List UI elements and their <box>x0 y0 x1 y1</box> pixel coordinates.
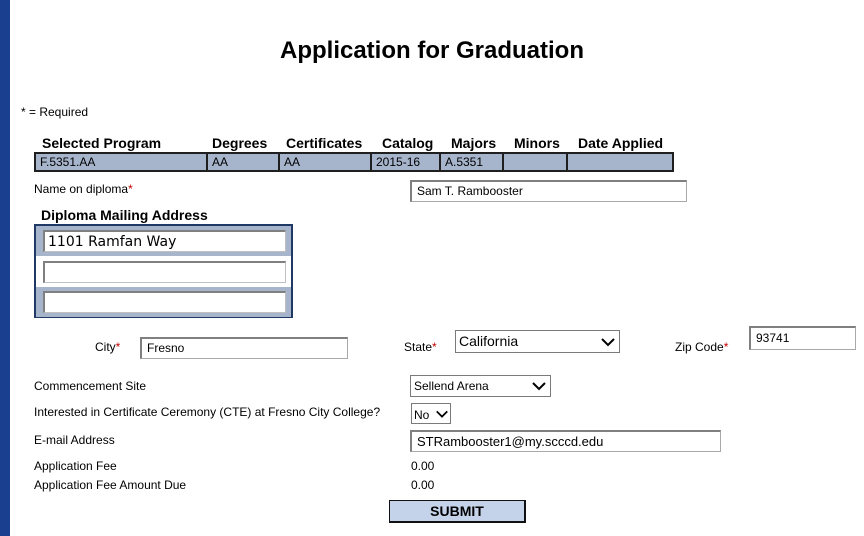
cte-interest-label: Interested in Certificate Ceremony (CTE)… <box>34 405 381 419</box>
state-label: State* <box>404 340 437 354</box>
address-line-3-input[interactable] <box>43 291 286 313</box>
table-row: F.5351.AA AA AA 2015-16 A.5351 <box>34 152 674 172</box>
chevron-down-icon <box>601 337 615 346</box>
email-input[interactable]: STRambooster1@my.scccd.edu <box>410 430 721 452</box>
state-select[interactable]: California <box>455 330 620 353</box>
required-star: * <box>432 340 437 354</box>
application-fee-value: 0.00 <box>411 459 435 473</box>
mailing-address-heading: Diploma Mailing Address <box>41 207 208 223</box>
required-star: * <box>115 340 121 354</box>
name-on-diploma-input[interactable]: Sam T. Rambooster <box>410 180 687 202</box>
email-label: E-mail Address <box>34 433 115 447</box>
commencement-site-label: Commencement Site <box>34 379 147 393</box>
cell-minors <box>502 152 568 172</box>
header-minors: Minors <box>514 135 560 151</box>
chevron-down-icon <box>532 382 546 391</box>
cell-certificates: AA <box>278 152 372 172</box>
program-table: F.5351.AA AA AA 2015-16 A.5351 <box>34 152 674 172</box>
required-star: * <box>723 340 729 354</box>
cell-majors: A.5351 <box>439 152 504 172</box>
name-on-diploma-label: Name on diploma* <box>34 182 133 196</box>
cell-selected-program: F.5351.AA <box>34 152 208 172</box>
header-date-applied: Date Applied <box>578 135 664 151</box>
submit-button[interactable]: SUBMIT <box>389 500 526 523</box>
required-note: * = Required <box>21 105 89 119</box>
required-star: * <box>128 182 133 196</box>
city-input[interactable]: Fresno <box>140 337 348 359</box>
cell-catalog: 2015-16 <box>370 152 441 172</box>
left-accent-bar <box>0 0 10 536</box>
city-label: City* <box>95 340 121 354</box>
mailing-address-box: 1101 Ramfan Way <box>34 224 293 318</box>
chevron-down-icon <box>436 410 448 418</box>
header-majors: Majors <box>451 135 497 151</box>
address-row-2 <box>36 257 291 287</box>
header-selected-program: Selected Program <box>42 135 162 151</box>
address-row-1: 1101 Ramfan Way <box>36 226 291 256</box>
commencement-site-select[interactable]: Sellend Arena <box>410 375 551 397</box>
zip-code-label: Zip Code* <box>675 340 729 354</box>
address-line-1-input[interactable]: 1101 Ramfan Way <box>43 230 286 252</box>
address-row-3 <box>36 287 291 317</box>
fee-amount-due-value: 0.00 <box>411 478 435 492</box>
header-degrees: Degrees <box>212 135 268 151</box>
fee-amount-due-label: Application Fee Amount Due <box>34 478 187 492</box>
header-certificates: Certificates <box>286 135 363 151</box>
address-line-2-input[interactable] <box>43 261 286 283</box>
cell-degrees: AA <box>206 152 280 172</box>
header-catalog: Catalog <box>382 135 434 151</box>
cell-date-applied <box>566 152 674 172</box>
page-title: Application for Graduation <box>280 37 584 64</box>
zip-code-input[interactable]: 93741 <box>749 326 856 350</box>
cte-interest-select[interactable]: No <box>411 403 451 424</box>
application-fee-label: Application Fee <box>34 459 117 473</box>
